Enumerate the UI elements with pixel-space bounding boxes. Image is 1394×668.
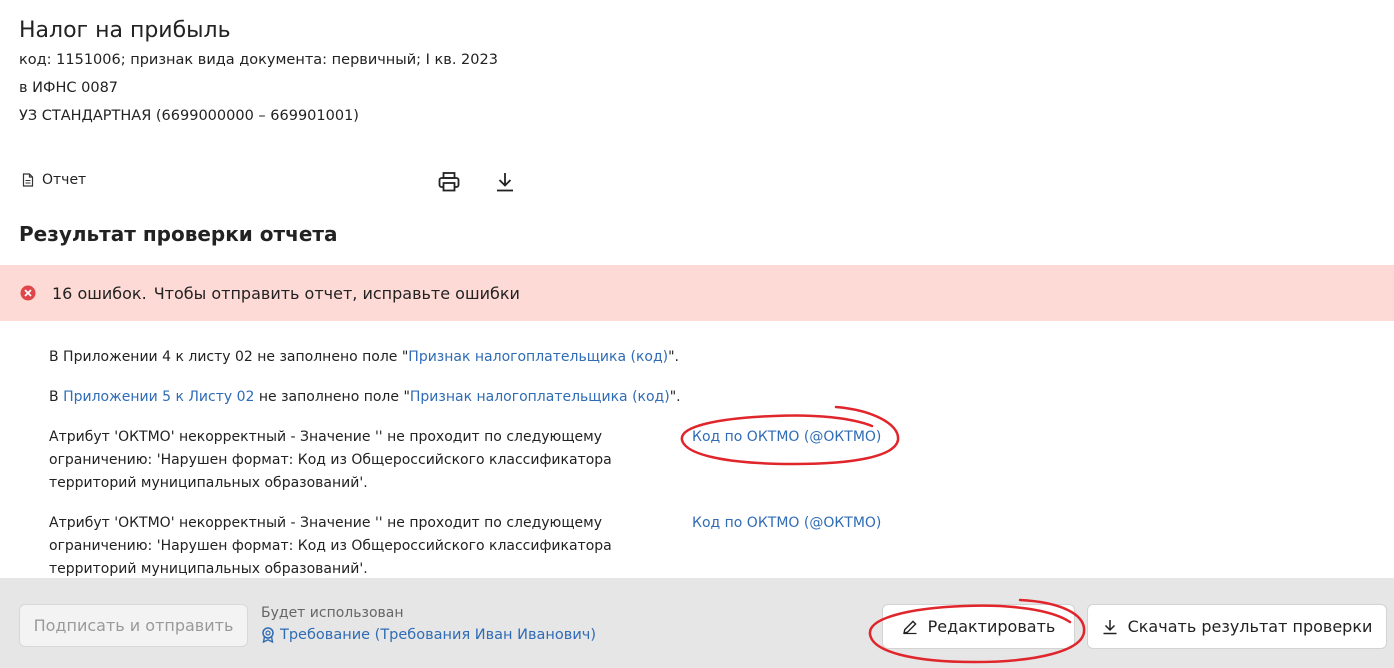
report-toolbar: Отчет xyxy=(22,168,542,196)
field-link[interactable]: Признак налогоплательщика (код) xyxy=(410,389,670,405)
print-button[interactable] xyxy=(437,170,461,194)
download-button[interactable] xyxy=(493,170,517,194)
download-icon xyxy=(497,173,513,192)
requirement-link-label: Требование (Требования Иван Иванович) xyxy=(280,627,596,643)
error-text-end: ". xyxy=(669,389,681,405)
oktmo-field-link[interactable]: Код по ОКТМО (@ОКТМО) xyxy=(692,429,881,445)
error-count: 16 ошибок. xyxy=(52,283,147,303)
error-text: не заполнено поле " xyxy=(254,389,410,405)
tax-office-line: в ИФНС 0087 xyxy=(19,80,119,96)
error-text: В xyxy=(49,389,64,405)
error-text: В Приложении 4 к листу 02 не заполнено п… xyxy=(49,349,409,365)
page-title: Налог на прибыль xyxy=(19,18,231,43)
sign-and-send-button[interactable]: Подписать и отправить xyxy=(19,604,248,647)
oktmo-field-link[interactable]: Код по ОКТМО (@ОКТМО) xyxy=(692,515,881,531)
report-code-line: код: 1151006; признак вида документа: пе… xyxy=(19,52,498,68)
error-text: Атрибут 'ОКТМО' некорректный - Значение … xyxy=(49,515,612,577)
error-banner: 16 ошибок. Чтобы отправить отчет, исправ… xyxy=(0,265,1394,321)
error-item: В Приложении 5 к Листу 02 не заполнено п… xyxy=(49,386,1249,409)
report-link[interactable]: Отчет xyxy=(22,172,86,188)
sheet-link[interactable]: Приложении 5 к Листу 02 xyxy=(63,389,254,405)
error-item: Атрибут 'ОКТМО' некорректный - Значение … xyxy=(49,426,1249,495)
error-icon xyxy=(20,285,36,301)
error-text-end: ". xyxy=(668,349,679,365)
pencil-icon xyxy=(902,619,917,634)
check-result-title: Результат проверки отчета xyxy=(19,222,338,246)
error-item: Атрибут 'ОКТМО' некорректный - Значение … xyxy=(49,512,1249,581)
download-result-label: Скачать результат проверки xyxy=(1127,617,1373,636)
error-list: В Приложении 4 к листу 02 не заполнено п… xyxy=(49,346,1249,598)
action-footer: Подписать и отправить Будет использован … xyxy=(0,578,1394,668)
requirement-link[interactable]: Требование (Требования Иван Иванович) xyxy=(261,627,596,643)
print-icon xyxy=(438,172,460,192)
error-message: Чтобы отправить отчет, исправьте ошибки xyxy=(153,283,520,303)
error-item: В Приложении 4 к листу 02 не заполнено п… xyxy=(49,346,1249,369)
field-link[interactable]: Признак налогоплательщика (код) xyxy=(408,349,668,365)
report-link-label: Отчет xyxy=(42,172,87,188)
certificate-icon xyxy=(262,627,274,643)
download-result-button[interactable]: Скачать результат проверки xyxy=(1087,604,1387,649)
organization-line: УЗ СТАНДАРТНАЯ (6699000000 – 669901001) xyxy=(19,108,359,124)
report-header: Налог на прибыль код: 1151006; признак в… xyxy=(19,16,498,130)
download-icon xyxy=(1103,619,1117,634)
edit-button[interactable]: Редактировать xyxy=(882,604,1075,649)
edit-button-label: Редактировать xyxy=(927,617,1056,636)
document-icon xyxy=(22,173,34,187)
will-use-label: Будет использован xyxy=(261,605,404,621)
error-text: Атрибут 'ОКТМО' некорректный - Значение … xyxy=(49,429,612,491)
